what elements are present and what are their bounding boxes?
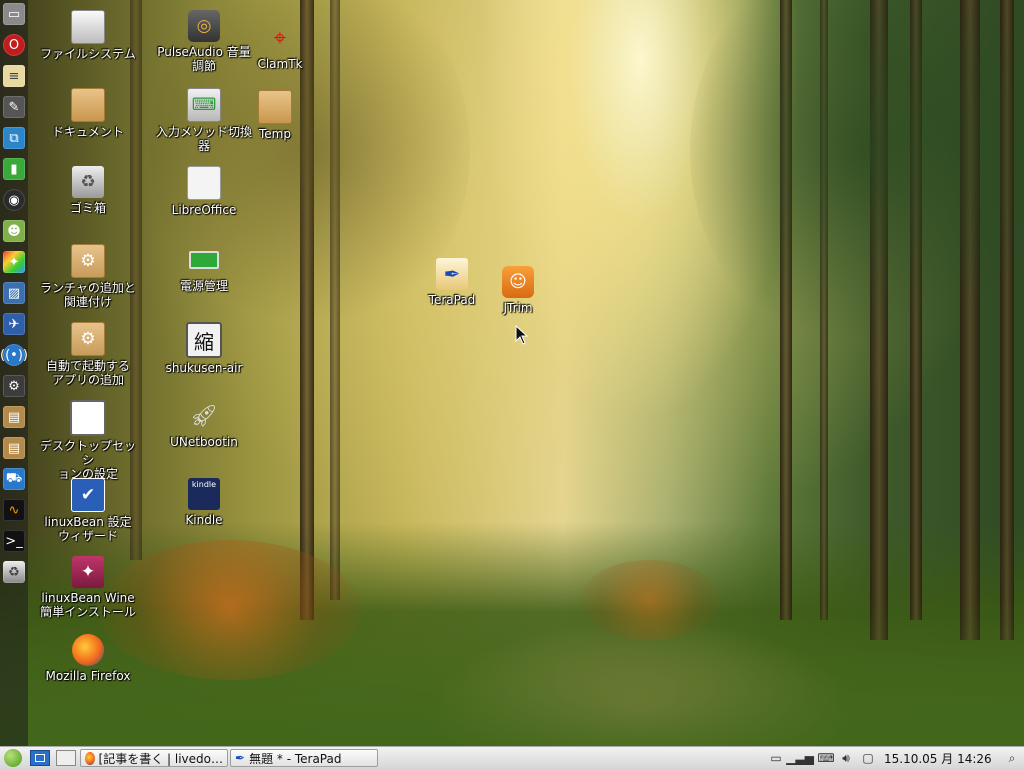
folder-icon [71, 88, 105, 122]
icon-label: ゴミ箱 [69, 201, 106, 215]
notes-tray-icon[interactable]: ▢ [860, 750, 876, 766]
image-viewer-icon[interactable]: ▨ [3, 282, 25, 304]
pen-icon[interactable]: ✎ [3, 96, 25, 118]
icon-label: LibreOffice [171, 203, 237, 217]
desktop-icon-clamtk[interactable]: ⌖ ClamTk [232, 22, 328, 72]
battery-icon [188, 244, 220, 276]
bird-icon[interactable]: ✈ [3, 313, 25, 335]
keyboard-icon: ⌨ [187, 88, 221, 122]
desktop-switcher-icon[interactable] [30, 750, 50, 766]
drive-icon [71, 10, 105, 44]
icon-label: Kindle [185, 513, 223, 527]
desktop-icon-libreoffice[interactable]: LibreOffice [156, 166, 252, 217]
checkbox-icon: ✔ [71, 478, 105, 512]
desktop-icon-linuxbean-wizard[interactable]: ✔ linuxBean 設定 ウィザード [40, 478, 136, 543]
icon-label: linuxBean 設定 ウィザード [44, 515, 132, 543]
paint-icon[interactable]: ✦ [3, 251, 25, 273]
icon-label: 電源管理 [179, 279, 228, 293]
network-icon[interactable]: ⧉ [3, 127, 25, 149]
icon-label: ドキュメント [51, 125, 124, 139]
document-icon [187, 166, 221, 200]
icon-label: ランチャの追加と 関連付け [40, 281, 136, 309]
gear-folder-icon: ⚙ [71, 322, 105, 356]
opera-icon[interactable]: O [3, 34, 25, 56]
taskbar: [記事を書く | livedo… ✒ 無題 * - TeraPad ▭ ▁▃▅ … [0, 746, 1024, 769]
trash-icon: ♻ [72, 166, 104, 198]
kindle-icon: kindle [188, 478, 220, 510]
icon-label: JTrim [503, 301, 533, 315]
icon-label: Temp [259, 127, 291, 141]
icon-label: Mozilla Firefox [45, 669, 131, 683]
icon-label: linuxBean Wine 簡単インストール [40, 591, 136, 619]
firefox-icon [85, 751, 95, 765]
desktop-icon-trash[interactable]: ♻ ゴミ箱 [40, 166, 136, 215]
volume-icon[interactable]: 🔊︎ [838, 750, 854, 766]
battery-tray-icon[interactable]: ▭ [768, 750, 784, 766]
trash-icon[interactable]: ♻ [3, 561, 25, 583]
desktop-icon-filesystem[interactable]: ファイルシステム [40, 10, 136, 61]
terminal-icon[interactable]: >_ [3, 530, 25, 552]
desktop-icon-unetbootin[interactable]: 🚀︎ UNetbootin [156, 400, 252, 450]
desktop-icon-firefox[interactable]: Mozilla Firefox [40, 634, 136, 683]
folder-icon [258, 90, 292, 124]
desktop-icon-temp[interactable]: Temp [227, 90, 323, 141]
clock[interactable]: 15.10.05 月 14:26 [884, 750, 992, 767]
desktop-icon-kindle[interactable]: kindle Kindle [156, 478, 252, 527]
workspace-icon[interactable] [56, 750, 76, 766]
rocket-icon: 🚀︎ [190, 403, 218, 429]
mouse-cursor-icon [515, 325, 529, 345]
gear-folder-icon: ⚙ [71, 244, 105, 278]
desktop-wallpaper [0, 0, 1024, 746]
wine-icon: ✦ [72, 556, 104, 588]
icon-label: ファイルシステム [40, 47, 136, 61]
smile-icon: ☺ [502, 266, 534, 298]
camera-icon[interactable]: ◉ [3, 189, 25, 211]
task-button-browser[interactable]: [記事を書く | livedo… [80, 749, 228, 767]
package-icon[interactable]: ▤ [3, 406, 25, 428]
spreadsheet-icon[interactable]: ▮ [3, 158, 25, 180]
launcher-dock: ▭ O ≡ ✎ ⧉ ▮ ◉ ☻ ✦ ▨ ✈ ((•)) ⚙ ▤ ▤ ⛟ ∿ >_… [0, 0, 28, 746]
window-icon [70, 400, 106, 436]
kanji-icon: 縮 [186, 322, 222, 358]
keyboard-tray-icon[interactable]: ⌨ [817, 750, 834, 766]
speaker-icon: ◎ [188, 10, 220, 42]
package-install-icon[interactable]: ▤ [3, 437, 25, 459]
pen-icon: ✒ [235, 751, 246, 765]
desktop-icon-power[interactable]: 電源管理 [156, 244, 252, 293]
task-button-terapad[interactable]: ✒ 無題 * - TeraPad [230, 749, 378, 767]
gear-icon[interactable]: ⚙ [3, 375, 25, 397]
icon-label: デスクトップセッシ ョンの設定 [40, 439, 137, 481]
bug-icon[interactable]: ☻ [3, 220, 25, 242]
icon-label: 自動で起動する アプリの追加 [45, 359, 130, 387]
icon-label: shukusen-air [165, 361, 243, 375]
icon-label: UNetbootin [170, 435, 238, 449]
system-monitor-icon[interactable]: ∿ [3, 499, 25, 521]
start-menu-icon[interactable] [4, 749, 22, 767]
pen-icon: ✒ [436, 258, 468, 290]
tree-canopy [690, 0, 1024, 360]
wireless-icon[interactable]: ((•)) [0, 344, 28, 366]
target-icon: ⌖ [273, 25, 287, 51]
desktop-icon-documents[interactable]: ドキュメント [40, 88, 136, 139]
desktop-icon-session[interactable]: デスクトップセッシ ョンの設定 [40, 400, 136, 481]
desktop-icon-launcher-assoc[interactable]: ⚙ ランチャの追加と 関連付け [40, 244, 136, 309]
task-label: [記事を書く | livedo… [98, 751, 223, 766]
task-label: 無題 * - TeraPad [249, 751, 342, 766]
grass [0, 600, 1024, 746]
cart-icon[interactable]: ⛟ [3, 468, 25, 490]
drive-icon[interactable]: ▭ [3, 3, 25, 25]
notepad-icon[interactable]: ≡ [3, 65, 25, 87]
desktop-icon-wine-install[interactable]: ✦ linuxBean Wine 簡単インストール [40, 556, 136, 619]
firefox-icon [72, 634, 104, 666]
desktop-icon-autostart[interactable]: ⚙ 自動で起動する アプリの追加 [40, 322, 136, 387]
search-icon[interactable]: ⌕ [1004, 750, 1020, 766]
desktop-icon-jtrim[interactable]: ☺ JTrim [470, 266, 566, 315]
icon-label: ClamTk [257, 57, 303, 71]
signal-strength-icon[interactable]: ▁▃▅ [786, 750, 814, 766]
desktop-icon-shukusen[interactable]: 縮 shukusen-air [156, 322, 252, 375]
